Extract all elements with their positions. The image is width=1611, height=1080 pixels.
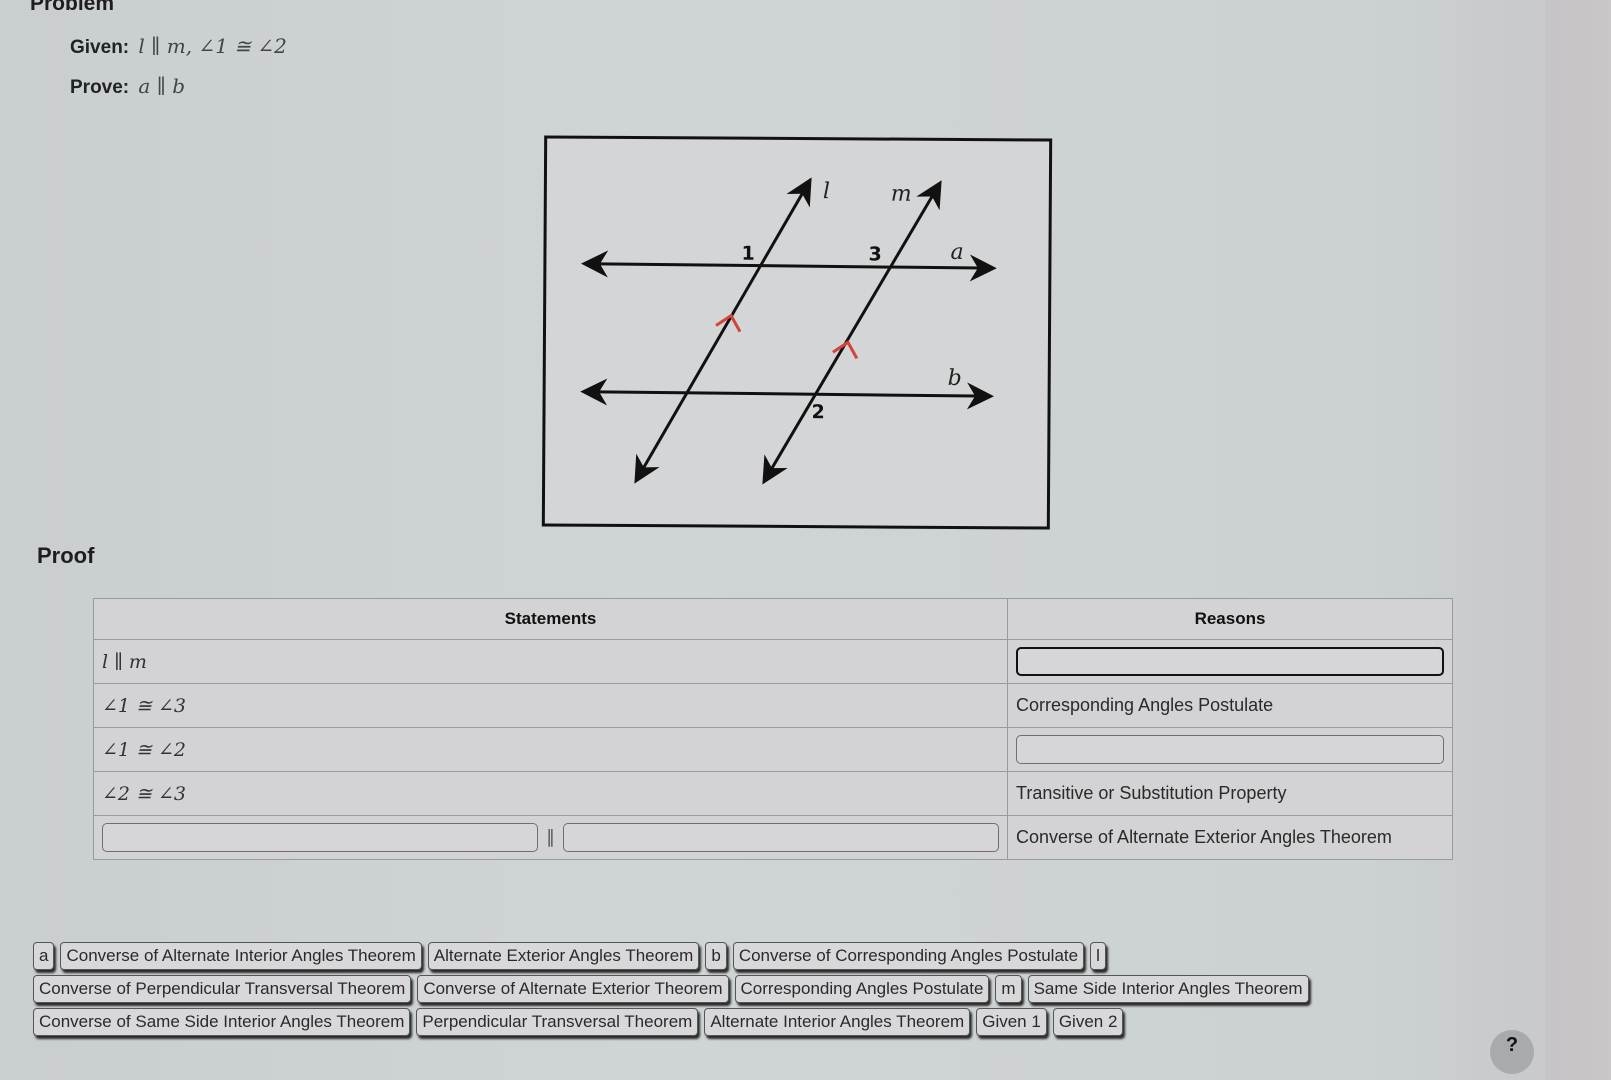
angle-1-label: 1 — [741, 243, 754, 265]
proof-heading: Proof — [37, 543, 95, 568]
line-l — [634, 177, 812, 484]
answer-bank-row: Converse of Same Side Interior Angles Th… — [33, 1008, 1433, 1036]
table-row: ∠1 ≅ ∠2 — [93, 727, 1453, 772]
answer-chip[interactable]: Converse of Perpendicular Transversal Th… — [33, 975, 412, 1003]
prove-math: a ∥ b — [138, 74, 186, 98]
answer-chip[interactable]: b — [705, 942, 727, 970]
table-row: ∠1 ≅ ∠3 Corresponding Angles Postulate — [93, 683, 1453, 728]
answer-chip[interactable]: a — [33, 942, 55, 970]
table-row: ∥ Converse of Alternate Exterior Angles … — [93, 815, 1453, 860]
geometry-figure: 1 3 2 l m a b — [541, 135, 1053, 530]
answer-chip[interactable]: Same Side Interior Angles Theorem — [1027, 975, 1309, 1003]
line-l-label: l — [823, 179, 830, 204]
table-row: l ∥ m — [93, 639, 1453, 684]
reason-drop-zone[interactable] — [1016, 647, 1444, 676]
help-button[interactable]: ? — [1490, 1030, 1534, 1074]
table-header-row: Statements Reasons — [93, 598, 1453, 640]
screen-bezel — [1545, 0, 1611, 1080]
given-label: Given: — [70, 37, 130, 58]
statement-text: ∠1 ≅ ∠2 — [102, 738, 187, 761]
given-statement: Given: l ∥ m, ∠1 ≅ ∠2 — [70, 34, 287, 59]
answer-bank-row: Converse of Perpendicular Transversal Th… — [33, 975, 1433, 1003]
answer-chip[interactable]: Converse of Corresponding Angles Postula… — [732, 942, 1085, 970]
problem-heading: Problem — [30, 0, 115, 15]
table-row: ∠2 ≅ ∠3 Transitive or Substitution Prope… — [93, 771, 1453, 816]
answer-chip[interactable]: Converse of Alternate Exterior Theorem — [417, 975, 729, 1003]
reason-text: Converse of Alternate Exterior Angles Th… — [1007, 815, 1453, 860]
answer-chip[interactable]: Corresponding Angles Postulate — [734, 975, 990, 1003]
reason-text: Corresponding Angles Postulate — [1007, 683, 1453, 728]
given-math: l ∥ m, ∠1 ≅ ∠2 — [138, 34, 287, 58]
statement-text: l ∥ m — [102, 650, 147, 673]
statement-left-drop-zone[interactable] — [102, 823, 538, 852]
line-b-label: b — [948, 366, 962, 391]
reason-text: Transitive or Substitution Property — [1007, 771, 1453, 816]
answer-chip[interactable]: Given 2 — [1052, 1008, 1124, 1036]
prove-statement: Prove: a ∥ b — [70, 74, 185, 99]
answer-chip[interactable]: l — [1090, 942, 1106, 970]
figure-diagram: 1 3 2 l m a b — [580, 177, 997, 485]
angle-2-label: 2 — [811, 401, 824, 423]
reason-drop-zone[interactable] — [1016, 735, 1444, 764]
line-b — [580, 378, 995, 410]
proof-table: Statements Reasons l ∥ m ∠1 ≅ ∠3 Corresp… — [93, 598, 1453, 860]
answer-chip[interactable]: Alternate Interior Angles Theorem — [704, 1008, 971, 1036]
line-m — [762, 180, 942, 485]
line-m-label: m — [891, 182, 912, 207]
statement-text: ∠1 ≅ ∠3 — [102, 694, 187, 717]
answer-chip[interactable]: Converse of Same Side Interior Angles Th… — [33, 1008, 411, 1036]
answer-chip[interactable]: m — [995, 975, 1022, 1003]
prove-label: Prove: — [70, 77, 130, 98]
statement-text: ∠2 ≅ ∠3 — [102, 782, 187, 805]
answer-chip[interactable]: Alternate Exterior Angles Theorem — [427, 942, 700, 970]
answer-chip[interactable]: Perpendicular Transversal Theorem — [416, 1008, 699, 1036]
statements-header: Statements — [93, 598, 1008, 640]
line-a — [581, 250, 997, 282]
answer-bank: a Converse of Alternate Interior Angles … — [33, 942, 1433, 1041]
statement-right-drop-zone[interactable] — [563, 823, 999, 852]
reasons-header: Reasons — [1007, 598, 1453, 640]
angle-3-label: 3 — [868, 243, 881, 265]
answer-chip[interactable]: Given 1 — [976, 1008, 1047, 1036]
parallel-symbol: ∥ — [546, 827, 555, 847]
answer-bank-row: a Converse of Alternate Interior Angles … — [33, 942, 1433, 970]
line-a-label: a — [950, 240, 963, 265]
answer-chip[interactable]: Converse of Alternate Interior Angles Th… — [60, 942, 422, 970]
